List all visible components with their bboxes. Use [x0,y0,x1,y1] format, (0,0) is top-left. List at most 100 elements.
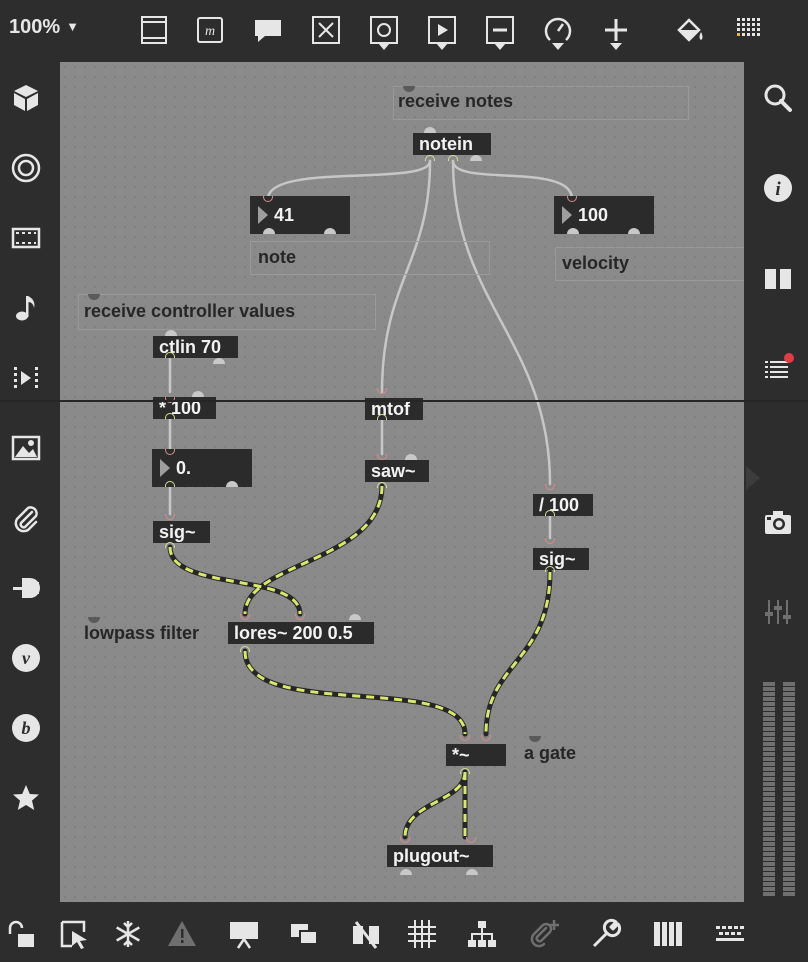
chevron-down-icon [436,43,448,50]
triangle-icon [160,459,170,477]
presentation-mode-icon[interactable] [226,916,262,952]
outlet[interactable] [545,566,555,572]
b-icon[interactable]: b [6,708,46,748]
lock-icon[interactable] [2,916,38,952]
outlet-ghost [400,869,412,875]
slider-icon[interactable] [480,10,520,50]
cube-icon[interactable] [6,78,46,118]
chevron-down-icon [494,43,506,50]
saw-object[interactable]: saw~ [365,460,429,482]
cord-notein-div [451,159,552,486]
media-icon[interactable] [6,358,46,398]
outlet[interactable] [460,768,470,774]
cord-saw-lores [243,485,384,615]
cord-lores-times [243,650,467,735]
image-icon[interactable] [6,428,46,468]
wrench-icon[interactable] [588,916,624,952]
divider-line [0,400,808,402]
cord-notein-note [266,159,432,201]
comment-velocity[interactable]: velocity [562,252,629,274]
camera-icon[interactable] [758,502,798,542]
outlet[interactable] [377,414,387,420]
outlet-ghost [324,228,336,234]
plus-icon[interactable] [596,10,636,50]
outlet[interactable] [165,352,175,358]
right-sidebar: i [746,60,808,902]
note-value: 41 [274,205,295,225]
hierarchy-icon[interactable] [464,916,500,952]
outlet[interactable] [165,542,175,548]
dial-icon[interactable] [538,10,578,50]
star-icon[interactable] [6,778,46,818]
outlet-ghost [263,228,275,234]
grid-icon[interactable] [730,10,770,50]
comment-a-gate[interactable]: a gate [524,742,576,764]
presentation-icon[interactable] [134,10,174,50]
windows-icon[interactable] [286,916,322,952]
piano-icon[interactable] [650,916,686,952]
sig-object-right[interactable]: sig~ [533,548,589,570]
collapse-arrow-icon[interactable] [746,466,760,490]
freeze-icon[interactable] [110,916,146,952]
select-icon[interactable] [56,916,92,952]
hide-icon[interactable] [348,916,384,952]
grid-snap-icon[interactable] [404,916,440,952]
bottom-toolbar [0,902,808,962]
sig-object-left[interactable]: sig~ [153,521,210,543]
notein-object[interactable]: notein [413,133,491,155]
inlet-ghost [192,391,204,397]
outlet[interactable] [377,482,387,488]
outlet[interactable] [240,646,250,652]
message-box-icon[interactable]: m [190,10,230,50]
patcher-canvas[interactable]: receive notes note velocity receive cont… [60,62,744,902]
cord-notein-mtof [380,159,432,394]
notification-dot [784,353,794,363]
list-icon[interactable] [758,348,798,388]
outlet[interactable] [448,155,458,161]
info-icon[interactable]: i [758,168,798,208]
paint-bucket-icon[interactable] [670,10,710,50]
svg-text:i: i [775,179,781,200]
chevron-down-icon [610,43,622,50]
inlet-ghost [424,127,436,133]
outlet-ghost [628,228,640,234]
toggle-icon[interactable] [306,10,346,50]
comment-note[interactable]: note [258,246,296,268]
cord-sig-times [484,571,552,735]
zoom-dropdown[interactable]: 100% ▼ [9,16,79,39]
mixer-icon[interactable] [758,592,798,632]
inlet-ghost [165,330,177,336]
video-icon[interactable] [6,218,46,258]
comment-receive-controller[interactable]: receive controller values [84,300,295,322]
outlet[interactable] [425,155,435,161]
plug-icon[interactable] [6,568,46,608]
outlet[interactable] [165,481,175,487]
outlet-ghost [226,481,238,487]
chevron-down-icon [552,43,564,50]
comment-lowpass-filter[interactable]: lowpass filter [84,622,199,644]
target-icon[interactable] [6,148,46,188]
attach-icon[interactable] [526,916,562,952]
paperclip-icon[interactable] [6,498,46,538]
outlet[interactable] [165,413,175,419]
keyboard-icon[interactable] [712,916,748,952]
chevron-down-icon: ▼ [66,19,80,34]
v-icon[interactable]: v [6,638,46,678]
music-note-icon[interactable] [6,288,46,328]
comment-receive-notes[interactable]: receive notes [398,90,513,112]
book-icon[interactable] [758,258,798,298]
toolbar: 100% ▼ m [0,0,808,60]
button-icon[interactable] [364,10,404,50]
outlet-ghost [466,869,478,875]
chevron-down-icon [378,43,390,50]
play-icon[interactable] [422,10,462,50]
search-icon[interactable] [758,78,798,118]
multiply-signal-object[interactable]: *~ [446,744,506,766]
plugout-object[interactable]: plugout~ [387,845,493,867]
velocity-value: 100 [578,205,609,225]
comment-icon[interactable] [248,10,288,50]
divide-100-object[interactable]: / 100 [533,494,593,516]
warning-icon[interactable] [164,916,200,952]
outlet[interactable] [545,510,555,516]
lores-filter-object[interactable]: lores~ 200 0.5 [228,622,374,644]
